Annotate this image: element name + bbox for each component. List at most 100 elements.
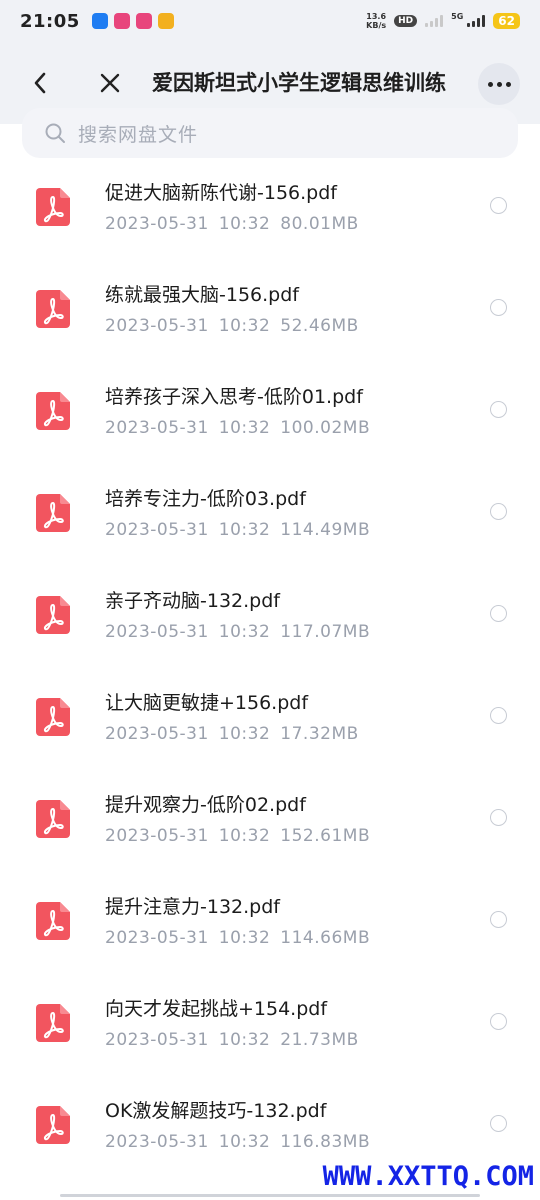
file-date: 2023-05-31 (105, 1132, 209, 1152)
select-radio[interactable] (490, 911, 507, 928)
file-name: 提升注意力-132.pdf (105, 896, 280, 918)
signal-strength-icon (467, 15, 486, 27)
file-time: 10:32 (218, 724, 271, 744)
file-date: 2023-05-31 (105, 826, 209, 846)
file-time: 10:32 (218, 1030, 271, 1050)
file-date: 2023-05-31 (105, 1030, 209, 1050)
select-radio[interactable] (490, 299, 507, 316)
close-button[interactable] (90, 63, 130, 103)
file-name: 向天才发起挑战+154.pdf (105, 998, 328, 1020)
file-meta: 2023-05-31 10:32 114.49MB (105, 520, 370, 540)
network-speed-unit: KB/s (366, 21, 387, 30)
file-size: 52.46MB (280, 316, 359, 336)
app-notification-icon (91, 13, 108, 29)
file-time: 10:32 (218, 316, 271, 336)
file-list-item[interactable]: 促进大脑新陈代谢-156.pdf 2023-05-31 10:32 80.01MB (0, 158, 540, 260)
file-time: 10:32 (218, 418, 271, 438)
file-time: 10:32 (218, 214, 271, 234)
file-name: 亲子齐动脑-132.pdf (105, 590, 280, 612)
chevron-left-icon (34, 72, 46, 94)
select-radio[interactable] (490, 503, 507, 520)
file-size: 152.61MB (280, 826, 371, 846)
select-radio[interactable] (490, 707, 507, 724)
file-meta: 2023-05-31 10:32 80.01MB (105, 214, 359, 234)
file-list-item[interactable]: 提升注意力-132.pdf 2023-05-31 10:32 114.66MB (0, 872, 540, 974)
file-date: 2023-05-31 (105, 928, 209, 948)
select-radio[interactable] (490, 1115, 507, 1132)
pdf-file-icon (36, 1106, 70, 1144)
file-list-item[interactable]: 练就最强大脑-156.pdf 2023-05-31 10:32 52.46MB (0, 260, 540, 362)
pdf-file-icon (36, 596, 70, 634)
file-list: 促进大脑新陈代谢-156.pdf 2023-05-31 10:32 80.01MB … (0, 158, 540, 1178)
more-options-button[interactable] (478, 63, 520, 105)
select-radio[interactable] (490, 809, 507, 826)
back-button[interactable] (20, 63, 60, 103)
file-time: 10:32 (218, 928, 271, 948)
file-list-item[interactable]: 培养专注力-低阶03.pdf 2023-05-31 10:32 114.49MB (0, 464, 540, 566)
status-time: 21:05 (20, 10, 80, 32)
file-meta: 2023-05-31 10:32 52.46MB (105, 316, 359, 336)
file-date: 2023-05-31 (105, 520, 209, 540)
pdf-file-icon (36, 1004, 70, 1042)
select-radio[interactable] (490, 401, 507, 418)
file-date: 2023-05-31 (105, 418, 209, 438)
pdf-file-icon (36, 698, 70, 736)
more-dots-icon (496, 81, 502, 87)
file-list-item[interactable]: 向天才发起挑战+154.pdf 2023-05-31 10:32 21.73MB (0, 974, 540, 1076)
signal-strength-icon (425, 15, 444, 27)
file-name: 促进大脑新陈代谢-156.pdf (105, 182, 337, 204)
search-input[interactable]: 搜索网盘文件 (22, 108, 518, 158)
file-name: 培养孩子深入思考-低阶01.pdf (105, 386, 363, 408)
file-list-item[interactable]: 让大脑更敏捷+156.pdf 2023-05-31 10:32 17.32MB (0, 668, 540, 770)
pdf-file-icon (36, 494, 70, 532)
more-dots-icon (505, 81, 511, 87)
app-notification-icon (113, 13, 130, 29)
file-size: 80.01MB (280, 214, 359, 234)
file-meta: 2023-05-31 10:32 117.07MB (105, 622, 370, 642)
file-name: OK激发解题技巧-132.pdf (105, 1100, 327, 1122)
app-notification-icon (135, 13, 152, 29)
pdf-file-icon (36, 290, 70, 328)
select-radio[interactable] (490, 197, 507, 214)
pdf-file-icon (36, 902, 70, 940)
file-size: 114.49MB (280, 520, 371, 540)
search-icon (45, 123, 65, 143)
file-size: 100.02MB (280, 418, 371, 438)
status-bar: 21:05 13.6 KB/s HD 5G 62 (0, 0, 540, 42)
file-time: 10:32 (218, 1132, 271, 1152)
file-list-item[interactable]: 培养孩子深入思考-低阶01.pdf 2023-05-31 10:32 100.02M… (0, 362, 540, 464)
file-size: 116.83MB (280, 1132, 371, 1152)
file-name: 培养专注力-低阶03.pdf (105, 488, 306, 510)
notification-icons (91, 13, 174, 29)
file-name: 让大脑更敏捷+156.pdf (105, 692, 309, 714)
battery-indicator: 62 (493, 13, 520, 29)
file-list-item[interactable]: 提升观察力-低阶02.pdf 2023-05-31 10:32 152.61MB (0, 770, 540, 872)
file-size: 117.07MB (280, 622, 371, 642)
close-icon (100, 73, 120, 93)
network-speed: 13.6 KB/s (366, 12, 386, 30)
file-name: 提升观察力-低阶02.pdf (105, 794, 306, 816)
hd-voice-badge: HD (394, 15, 418, 27)
watermark-text: WWW.XXTTQ.COM (322, 1161, 534, 1192)
file-date: 2023-05-31 (105, 724, 209, 744)
file-list-item[interactable]: 亲子齐动脑-132.pdf 2023-05-31 10:32 117.07MB (0, 566, 540, 668)
search-placeholder: 搜索网盘文件 (78, 123, 199, 146)
file-meta: 2023-05-31 10:32 116.83MB (105, 1132, 370, 1152)
select-radio[interactable] (490, 1013, 507, 1030)
more-dots-icon (487, 81, 493, 87)
status-indicators: 13.6 KB/s HD 5G 62 (366, 12, 520, 30)
file-size: 114.66MB (280, 928, 371, 948)
pdf-file-icon (36, 188, 70, 226)
select-radio[interactable] (490, 605, 507, 622)
file-meta: 2023-05-31 10:32 17.32MB (105, 724, 359, 744)
file-date: 2023-05-31 (105, 214, 209, 234)
scroll-indicator (60, 1194, 480, 1197)
file-meta: 2023-05-31 10:32 152.61MB (105, 826, 370, 846)
file-size: 21.73MB (280, 1030, 359, 1050)
file-size: 17.32MB (280, 724, 359, 744)
pdf-file-icon (36, 800, 70, 838)
file-time: 10:32 (218, 520, 271, 540)
pdf-file-icon (36, 392, 70, 430)
file-time: 10:32 (218, 622, 271, 642)
app-notification-icon (157, 13, 174, 29)
